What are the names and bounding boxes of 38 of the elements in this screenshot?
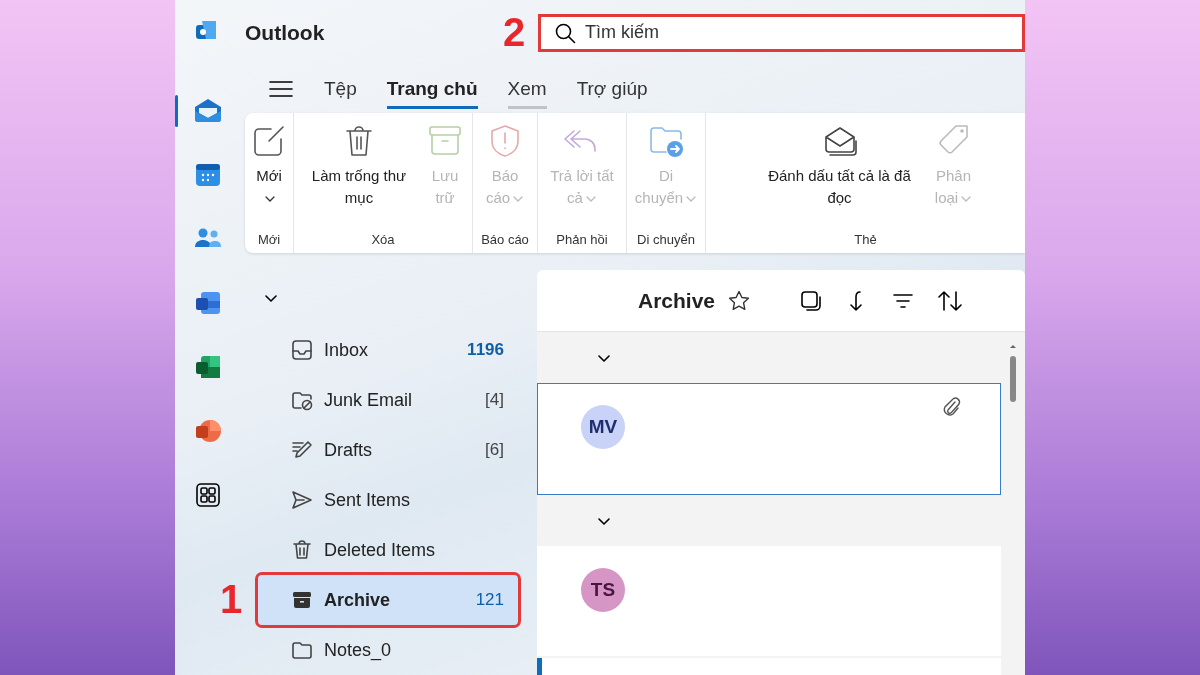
group-label: Di chuyển: [637, 232, 695, 247]
send-icon: [290, 488, 314, 512]
callout-number: 2: [501, 10, 527, 55]
folder-item[interactable]: Inbox 1196: [258, 325, 518, 375]
folder-item[interactable]: Archive 121: [258, 575, 518, 625]
select-icon[interactable]: [799, 288, 824, 313]
trash-icon: [290, 538, 314, 562]
app-title: Outlook: [245, 20, 326, 45]
group-label: Báo cáo: [481, 232, 529, 247]
sort-icon[interactable]: [937, 288, 964, 313]
ribbon-tab[interactable]: Trợ giúp: [576, 69, 648, 109]
group-label: Mới: [257, 232, 281, 247]
folder-item[interactable]: Sent Items: [258, 475, 518, 525]
search-icon: [554, 21, 576, 44]
inbox-icon: [290, 338, 314, 362]
avatar: TS: [581, 568, 625, 612]
group-label: Phản hồi: [556, 232, 608, 247]
callout-number: 1: [220, 577, 243, 622]
list-title: Archive: [638, 288, 716, 313]
avatar: MV: [581, 405, 625, 449]
folder-item[interactable]: Deleted Items: [258, 525, 518, 575]
ribbon-button[interactable]: Làm trống thư mục: [300, 121, 418, 230]
message-item[interactable]: MV: [537, 383, 1001, 495]
group-label: Thẻ: [854, 232, 877, 247]
ribbon-tab[interactable]: Trang chủ: [386, 69, 478, 109]
folder-item[interactable]: Junk Email [4]: [258, 375, 518, 425]
search-field[interactable]: Tìm kiếm: [538, 13, 1025, 52]
scrollbar[interactable]: [1007, 342, 1019, 402]
folder-item[interactable]: Drafts [6]: [258, 425, 518, 475]
ribbon-tab[interactable]: Tệp: [324, 69, 357, 109]
folder-item[interactable]: Notes_0: [258, 625, 518, 675]
star-icon[interactable]: [727, 289, 751, 313]
ribbon-button[interactable]: Đánh dấu tất cả là đã đọc: [754, 121, 925, 230]
ribbon-tab[interactable]: Xem: [507, 69, 547, 109]
menu-icon[interactable]: [268, 79, 294, 99]
ribbon-button[interactable]: Mới: [251, 121, 287, 230]
message-item[interactable]: TS: [537, 546, 1001, 658]
group-label: Xóa: [371, 232, 395, 247]
